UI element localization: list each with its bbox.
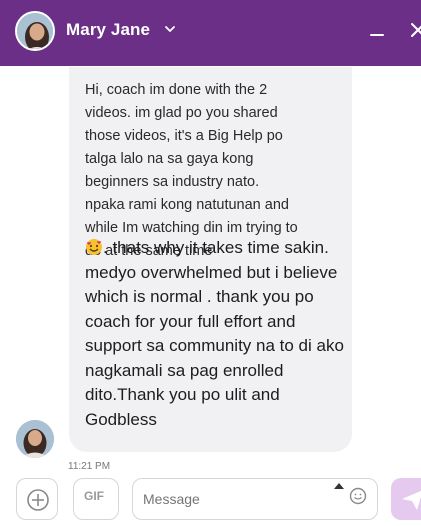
chevron-down-icon[interactable] xyxy=(163,22,177,36)
gif-button[interactable]: GIF xyxy=(73,478,119,520)
add-attachment-button[interactable] xyxy=(16,478,58,520)
contact-avatar[interactable] xyxy=(15,11,55,51)
chat-header: Mary Jane xyxy=(0,0,421,66)
plus-circle-icon xyxy=(27,489,49,511)
message-text-later: . thats why it takes time sakin. medyo o… xyxy=(85,236,345,432)
send-icon xyxy=(402,490,421,510)
sender-avatar[interactable] xyxy=(16,420,54,458)
contact-name[interactable]: Mary Jane xyxy=(66,20,150,40)
message-composer: GIF xyxy=(0,470,421,520)
message-timestamp: 11:21 PM xyxy=(68,461,111,469)
avatar-photo-icon xyxy=(16,420,54,458)
expand-up-icon[interactable] xyxy=(333,482,345,490)
message-text-later-content: . thats why it takes time sakin. medyo o… xyxy=(85,238,344,429)
close-icon[interactable] xyxy=(408,20,421,40)
smiling-face-with-hearts-icon xyxy=(86,239,102,255)
message-list[interactable]: Hi, coach im done with the 2 videos. im … xyxy=(0,66,421,469)
send-button[interactable] xyxy=(391,478,421,520)
avatar-photo-icon xyxy=(17,13,53,49)
emoji-picker-icon[interactable] xyxy=(349,487,367,505)
minimize-icon[interactable] xyxy=(367,20,387,40)
